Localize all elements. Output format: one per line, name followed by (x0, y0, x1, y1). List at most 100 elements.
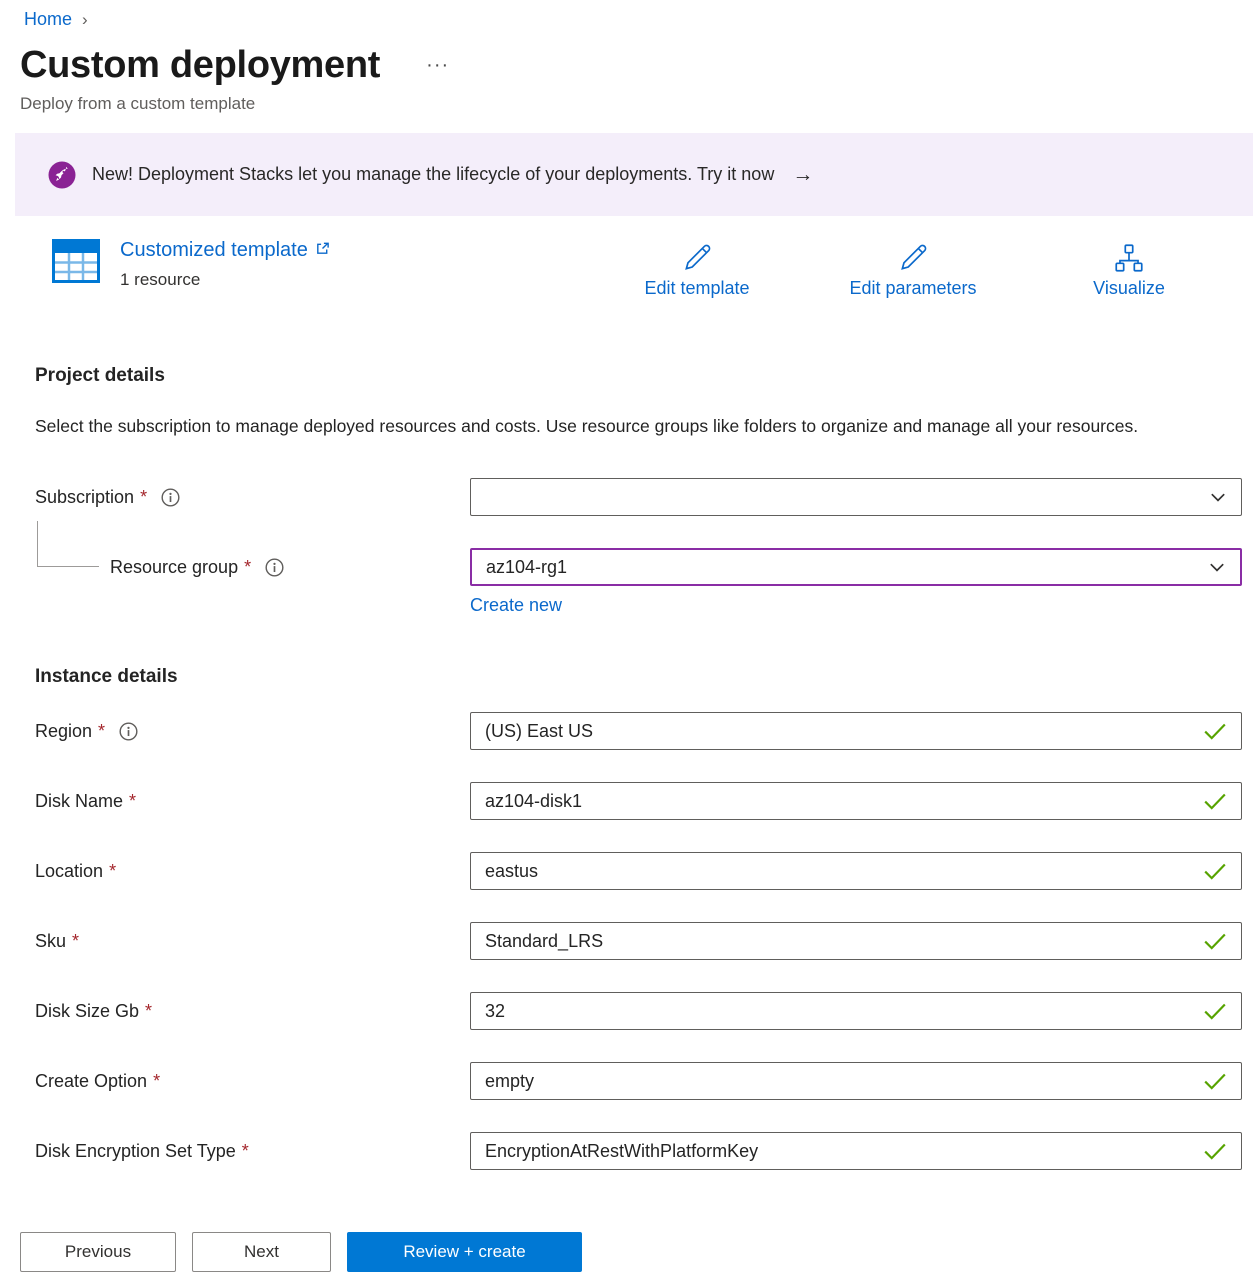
required-asterisk: * (153, 1071, 160, 1092)
region-label: Region * (35, 721, 470, 742)
disk-size-gb-label-text: Disk Size Gb (35, 1001, 139, 1022)
page-header: Custom deployment ··· (20, 44, 1253, 87)
disk-encryption-set-type-input[interactable]: EncryptionAtRestWithPlatformKey (470, 1132, 1242, 1170)
visualize-label: Visualize (1059, 278, 1199, 299)
checkmark-icon (1203, 932, 1227, 950)
rocket-icon (48, 161, 76, 189)
region-label-text: Region (35, 721, 92, 742)
region-value: (US) East US (485, 721, 593, 742)
visualize-button[interactable]: Visualize (1059, 241, 1199, 299)
create-option-label: Create Option * (35, 1071, 470, 1092)
breadcrumb: Home › (0, 0, 1253, 30)
template-info: Customized template 1 resource (52, 239, 330, 290)
required-asterisk: * (129, 791, 136, 812)
checkmark-icon (1203, 1002, 1227, 1020)
arrow-right-icon[interactable]: → (792, 163, 813, 187)
review-create-button[interactable]: Review + create (347, 1232, 582, 1272)
breadcrumb-separator: › (82, 10, 88, 30)
disk-size-gb-label: Disk Size Gb * (35, 1001, 470, 1022)
disk-encryption-set-type-value: EncryptionAtRestWithPlatformKey (485, 1141, 758, 1162)
create-new-link[interactable]: Create new (470, 595, 562, 616)
required-asterisk: * (140, 487, 147, 508)
template-text: Customized template 1 resource (120, 239, 330, 290)
checkmark-icon (1203, 722, 1227, 740)
edit-template-label: Edit template (617, 278, 777, 299)
external-link-icon (315, 241, 330, 256)
checkmark-icon (1203, 1142, 1227, 1160)
template-icon (52, 239, 100, 290)
create-option-value: empty (485, 1071, 534, 1092)
resource-group-value: az104-rg1 (486, 557, 567, 578)
checkmark-icon (1203, 792, 1227, 810)
info-icon[interactable] (265, 558, 284, 577)
disk-name-value: az104-disk1 (485, 791, 582, 812)
chevron-down-icon (1208, 558, 1226, 576)
hierarchy-icon (1059, 241, 1199, 275)
resource-group-label: Resource group * (35, 557, 470, 578)
sku-input[interactable]: Standard_LRS (470, 922, 1242, 960)
page-subtitle: Deploy from a custom template (20, 94, 1253, 114)
edit-template-button[interactable]: Edit template (617, 241, 777, 299)
disk-encryption-set-type-label-text: Disk Encryption Set Type (35, 1141, 236, 1162)
info-icon[interactable] (119, 722, 138, 741)
field-row-disk-size-gb: Disk Size Gb * 32 (35, 992, 1253, 1030)
required-asterisk: * (109, 861, 116, 882)
subscription-label: Subscription * (35, 487, 470, 508)
field-row-create-option: Create Option * empty (35, 1062, 1253, 1100)
field-row-location: Location * eastus (35, 852, 1253, 890)
connector-line (37, 521, 99, 567)
resource-count: 1 resource (120, 270, 330, 290)
page-title: Custom deployment (20, 44, 380, 87)
field-row-subscription: Subscription * (35, 478, 1253, 516)
project-details-heading: Project details (35, 365, 1253, 387)
footer-action-bar: Previous Next Review + create (0, 1206, 1253, 1280)
field-row-disk-encryption-set-type: Disk Encryption Set Type * EncryptionAtR… (35, 1132, 1253, 1170)
checkmark-icon (1203, 862, 1227, 880)
more-options-button[interactable]: ··· (426, 54, 449, 77)
sku-label: Sku * (35, 931, 470, 952)
disk-encryption-set-type-label: Disk Encryption Set Type * (35, 1141, 470, 1162)
template-link[interactable]: Customized template (120, 239, 330, 262)
subscription-label-text: Subscription (35, 487, 134, 508)
edit-parameters-button[interactable]: Edit parameters (823, 241, 1003, 299)
required-asterisk: * (72, 931, 79, 952)
subscription-dropdown[interactable] (470, 478, 1242, 516)
field-row-region: Region * (US) East US (35, 712, 1253, 750)
instance-details-heading: Instance details (35, 666, 1253, 688)
pencil-icon (823, 241, 1003, 275)
disk-name-label: Disk Name * (35, 791, 470, 812)
field-row-sku: Sku * Standard_LRS (35, 922, 1253, 960)
disk-size-gb-value: 32 (485, 1001, 505, 1022)
next-button[interactable]: Next (192, 1232, 331, 1272)
checkmark-icon (1203, 1072, 1227, 1090)
required-asterisk: * (145, 1001, 152, 1022)
sku-label-text: Sku (35, 931, 66, 952)
edit-parameters-label: Edit parameters (823, 278, 1003, 299)
info-icon[interactable] (161, 488, 180, 507)
field-row-resource-group: Resource group * az104-rg1 (35, 548, 1253, 586)
create-option-input[interactable]: empty (470, 1062, 1242, 1100)
breadcrumb-home-link[interactable]: Home (24, 9, 72, 30)
location-label: Location * (35, 861, 470, 882)
location-input[interactable]: eastus (470, 852, 1242, 890)
template-summary: Customized template 1 resource Edit temp… (0, 237, 1253, 327)
location-label-text: Location (35, 861, 103, 882)
required-asterisk: * (98, 721, 105, 742)
resource-group-label-text: Resource group (110, 557, 238, 578)
region-input[interactable]: (US) East US (470, 712, 1242, 750)
create-option-label-text: Create Option (35, 1071, 147, 1092)
sku-value: Standard_LRS (485, 931, 603, 952)
previous-button[interactable]: Previous (20, 1232, 176, 1272)
banner-message[interactable]: New! Deployment Stacks let you manage th… (92, 164, 774, 185)
location-value: eastus (485, 861, 538, 882)
resource-group-dropdown[interactable]: az104-rg1 (470, 548, 1242, 586)
required-asterisk: * (242, 1141, 249, 1162)
field-row-disk-name: Disk Name * az104-disk1 (35, 782, 1253, 820)
disk-size-gb-input[interactable]: 32 (470, 992, 1242, 1030)
chevron-down-icon (1209, 488, 1227, 506)
template-link-label: Customized template (120, 239, 308, 262)
disk-name-input[interactable]: az104-disk1 (470, 782, 1242, 820)
announcement-banner: New! Deployment Stacks let you manage th… (15, 133, 1253, 216)
required-asterisk: * (244, 557, 251, 578)
disk-name-label-text: Disk Name (35, 791, 123, 812)
